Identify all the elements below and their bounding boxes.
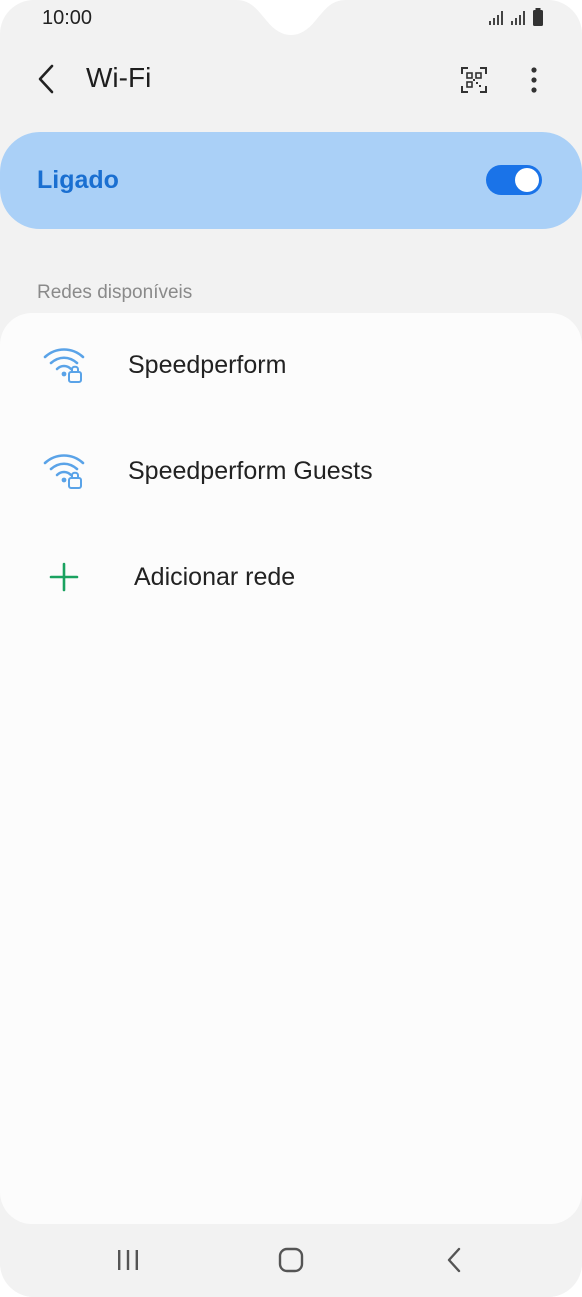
qr-code-button[interactable] [454,60,494,100]
network-name: Speedperform Guests [128,457,373,485]
wifi-switch[interactable] [486,165,542,195]
chevron-left-icon [38,64,54,94]
home-button[interactable] [261,1238,321,1282]
switch-knob [515,168,539,192]
network-name: Speedperform [128,351,287,379]
status-bar: 10:00 [0,0,582,38]
add-network-label: Adicionar rede [134,563,296,591]
status-icons [488,8,544,26]
recents-button[interactable] [98,1238,158,1282]
signal-icon [489,11,503,25]
plus-icon [40,555,88,599]
wifi-lock-icon [40,449,88,493]
more-vertical-icon [531,67,537,93]
battery-icon [533,8,543,26]
qr-code-icon [461,67,487,93]
status-time: 10:00 [42,7,93,29]
home-icon [278,1247,304,1273]
back-icon [447,1247,461,1273]
wifi-toggle-label: Ligado [37,166,119,194]
nav-back-button[interactable] [424,1238,484,1282]
add-network-button[interactable]: Adicionar rede [0,525,582,631]
app-header: Wi-Fi [0,48,582,110]
navigation-bar [0,1224,582,1297]
more-options-button[interactable] [514,60,554,100]
available-networks-header: Redes disponíveis [37,282,193,303]
phone-screen: 10:00 Wi-Fi Ligado Redes disponíveis Spe… [0,0,582,1297]
networks-list: Speedperform Speedperform Guests Adicion… [0,313,582,1224]
recents-icon [118,1250,138,1270]
wifi-lock-icon [40,343,88,387]
signal-icon [511,11,525,25]
back-button[interactable] [26,58,68,100]
network-item-speedperform[interactable]: Speedperform [0,313,582,419]
network-item-speedperform-guests[interactable]: Speedperform Guests [0,419,582,525]
wifi-toggle-card[interactable]: Ligado [0,132,582,229]
page-title: Wi-Fi [86,62,152,93]
